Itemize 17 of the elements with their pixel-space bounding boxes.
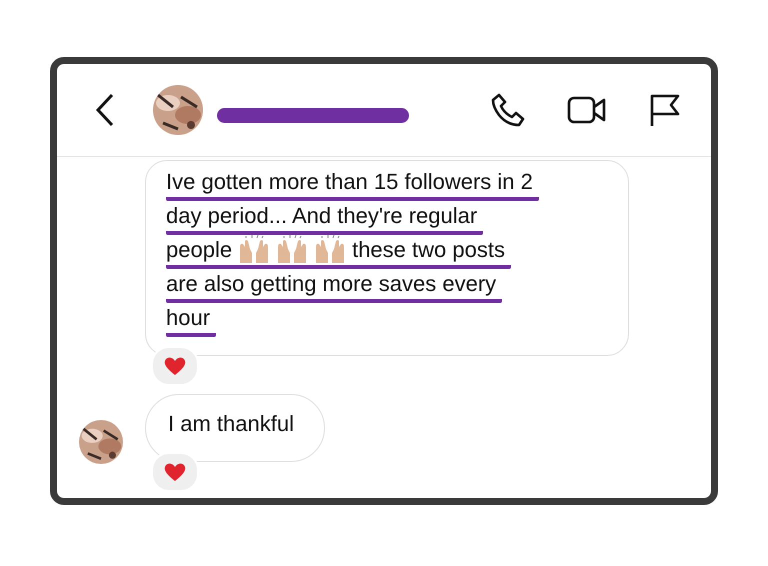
raised-hands-icon bbox=[238, 235, 270, 265]
message-text: hour bbox=[166, 304, 210, 332]
message-text: Ive gotten more than 15 followers in 2 bbox=[166, 168, 533, 196]
message-text: I am thankful bbox=[168, 410, 294, 438]
reaction-badge[interactable] bbox=[151, 346, 199, 386]
message-text: people bbox=[166, 236, 232, 264]
flag-icon[interactable] bbox=[649, 93, 681, 127]
message-text: day period... And they're regular bbox=[166, 202, 478, 230]
heart-icon bbox=[164, 462, 186, 482]
raised-hands-icon bbox=[276, 235, 308, 265]
message-text: these two posts bbox=[352, 236, 505, 264]
phone-icon[interactable] bbox=[491, 93, 525, 127]
heart-icon bbox=[164, 356, 186, 376]
raised-hands-icon bbox=[314, 235, 346, 265]
message-text: are also getting more saves every bbox=[166, 270, 496, 298]
video-camera-icon[interactable] bbox=[567, 95, 607, 125]
back-icon[interactable] bbox=[95, 93, 115, 127]
